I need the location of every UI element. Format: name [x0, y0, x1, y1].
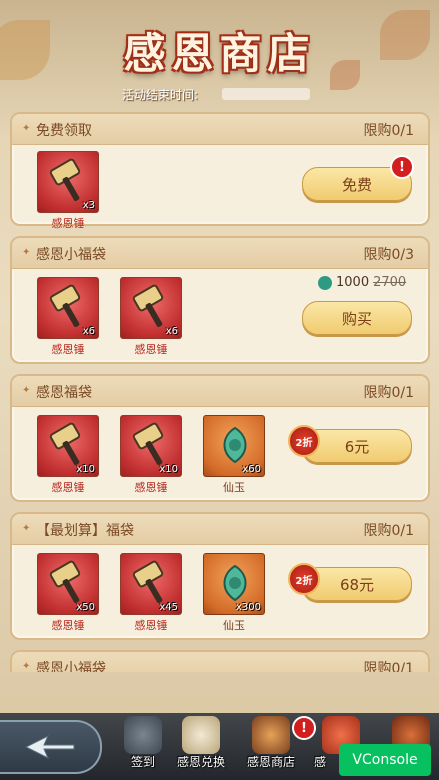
reward-item[interactable]: x50 感恩锤	[37, 553, 99, 633]
card-title: 感恩小福袋	[36, 661, 106, 672]
hammer-icon: x3	[37, 151, 99, 213]
star-icon: ✦	[22, 385, 31, 396]
item-name: 仙玉	[223, 481, 245, 494]
item-name: 感恩锤	[134, 343, 168, 356]
vconsole-button[interactable]: VConsole	[339, 744, 431, 776]
shop-basket-icon	[252, 716, 290, 754]
card-title: 免费领取	[36, 123, 92, 139]
purchase-limit: 限购0/1	[363, 661, 414, 672]
reward-item[interactable]: x300 仙玉	[203, 553, 265, 633]
purchase-limit: 限购0/1	[363, 385, 414, 401]
nav-item-shop[interactable]: 感恩商店 !	[240, 712, 316, 776]
gift-bag-icon	[182, 716, 220, 754]
hammer-icon: x45	[120, 553, 182, 615]
card-title: 感恩福袋	[36, 385, 92, 401]
card-header: ✦ 【最划算】福袋 限购0/1	[12, 514, 428, 545]
item-name: 感恩锤	[134, 481, 168, 494]
item-name: 感恩锤	[51, 217, 85, 230]
back-button[interactable]	[0, 720, 102, 774]
header: 感恩商店 活动结束时间:	[0, 0, 439, 110]
star-icon: ✦	[22, 661, 31, 672]
reward-item[interactable]: x6 感恩锤	[120, 277, 182, 357]
purchase-limit: 限购0/1	[363, 123, 414, 139]
jade-currency-icon	[318, 275, 332, 290]
arrow-left-icon	[24, 734, 75, 760]
purchase-limit: 限购0/1	[363, 523, 414, 539]
jade-icon: x300	[203, 553, 265, 615]
checkin-icon	[124, 716, 162, 754]
star-icon: ✦	[22, 247, 31, 258]
card-header: ✦ 感恩小福袋 限购0/1	[12, 652, 428, 672]
nav-item-exchange[interactable]: 感恩兑换	[170, 712, 232, 776]
reward-item[interactable]: x6 感恩锤	[37, 277, 99, 357]
shop-card-bag: ✦ 感恩福袋 限购0/1 x10 感恩锤 x10 感恩锤 x60 仙玉 6元 2…	[10, 374, 430, 502]
price-row: 1000 2700	[318, 275, 406, 290]
current-price: 1000	[336, 275, 370, 290]
event-end-time-label: 活动结束时间:	[122, 88, 199, 102]
card-title: 感恩小福袋	[36, 247, 106, 263]
hammer-icon: x10	[37, 415, 99, 477]
card-header: ✦ 感恩小福袋 限购0/3	[12, 238, 428, 269]
shop-list[interactable]: ✦ 免费领取 限购0/1 x3 感恩锤 免费 ! ✦ 感恩小福袋 限购0/3 x…	[10, 112, 430, 672]
original-price: 2700	[373, 275, 407, 290]
card-header: ✦ 感恩福袋 限购0/1	[12, 376, 428, 407]
shop-card-small-bag: ✦ 感恩小福袋 限购0/3 x6 感恩锤 x6 感恩锤 1000 2700 购买	[10, 236, 430, 364]
item-name: 仙玉	[223, 619, 245, 632]
item-name: 感恩锤	[51, 343, 85, 356]
item-name: 感恩锤	[51, 619, 85, 632]
shop-card-best-value: ✦ 【最划算】福袋 限购0/1 x50 感恩锤 x45 感恩锤 x300 仙玉 …	[10, 512, 430, 640]
discount-badge: 2折	[288, 563, 320, 595]
shop-card-small-bag-2: ✦ 感恩小福袋 限购0/1	[10, 650, 430, 672]
reward-item[interactable]: x45 感恩锤	[120, 553, 182, 633]
nav-item-checkin[interactable]: 签到	[112, 712, 174, 776]
star-icon: ✦	[22, 123, 31, 134]
hammer-icon: x6	[120, 277, 182, 339]
hammer-icon: x10	[120, 415, 182, 477]
reward-item[interactable]: x10 感恩锤	[120, 415, 182, 495]
star-icon: ✦	[22, 523, 31, 534]
page-title: 感恩商店	[123, 29, 316, 78]
discount-badge: 2折	[288, 425, 320, 457]
item-name: 感恩锤	[134, 619, 168, 632]
reward-item[interactable]: x3 感恩锤	[37, 151, 99, 231]
buy-button[interactable]: 购买	[302, 301, 412, 335]
reward-item[interactable]: x10 感恩锤	[37, 415, 99, 495]
purchase-limit: 限购0/3	[363, 247, 414, 263]
hammer-icon: x50	[37, 553, 99, 615]
shop-card-free: ✦ 免费领取 限购0/1 x3 感恩锤 免费 !	[10, 112, 430, 230]
event-end-time-value	[222, 88, 310, 100]
item-name: 感恩锤	[51, 481, 85, 494]
reward-item[interactable]: x60 仙玉	[203, 415, 265, 495]
hammer-icon: x6	[37, 277, 99, 339]
alert-badge: !	[390, 155, 414, 179]
card-header: ✦ 免费领取 限购0/1	[12, 114, 428, 145]
jade-icon: x60	[203, 415, 265, 477]
card-title: 【最划算】福袋	[36, 523, 134, 539]
